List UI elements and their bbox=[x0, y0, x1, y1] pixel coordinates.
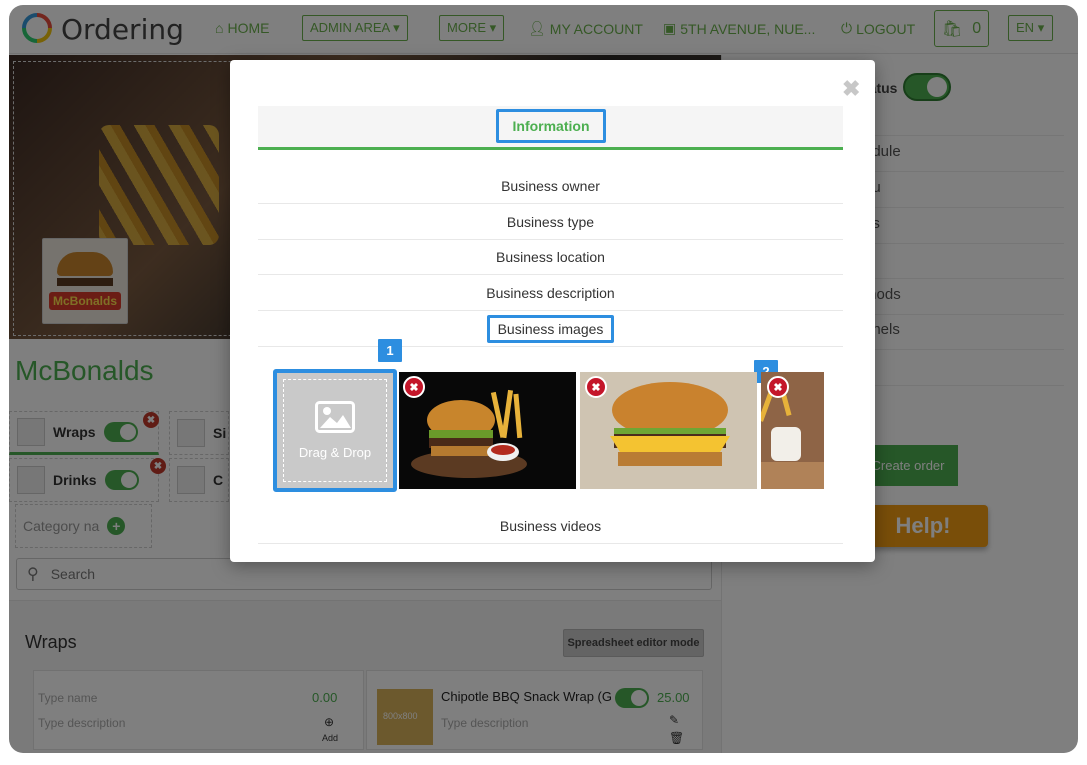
menu-label: Business description bbox=[486, 284, 615, 301]
menu-label: Business location bbox=[496, 248, 605, 265]
menu-label: Business type bbox=[506, 213, 595, 230]
business-image[interactable] bbox=[399, 372, 576, 489]
tab-information[interactable]: Information bbox=[496, 109, 606, 143]
dropzone-label: Drag & Drop bbox=[298, 445, 372, 460]
menu-label: Business videos bbox=[499, 517, 602, 534]
image-placeholder-icon bbox=[315, 401, 355, 433]
menu-business-owner[interactable]: Business owner bbox=[258, 168, 843, 204]
menu-label: Business images bbox=[486, 314, 615, 343]
business-information-modal: ✖ Information Business owner Business ty… bbox=[230, 60, 875, 562]
app-window: Ordering ⌂ HOME ADMIN AREA ▾ MORE ▾ 👤︎ M… bbox=[9, 5, 1078, 753]
menu-business-type[interactable]: Business type bbox=[258, 204, 843, 240]
menu-business-videos[interactable]: Business videos bbox=[258, 508, 843, 544]
dropzone-area: Drag & Drop bbox=[283, 379, 387, 482]
close-icon[interactable]: ✖ bbox=[842, 76, 860, 102]
menu-business-description[interactable]: Business description bbox=[258, 275, 843, 311]
image-dropzone[interactable]: Drag & Drop bbox=[273, 369, 397, 492]
remove-image-icon[interactable]: ✖ bbox=[585, 376, 607, 398]
menu-business-images[interactable]: Business images bbox=[258, 311, 843, 347]
remove-image-icon[interactable]: ✖ bbox=[403, 376, 425, 398]
burger-fries-photo bbox=[411, 389, 527, 478]
remove-image-icon[interactable]: ✖ bbox=[767, 376, 789, 398]
callout-badge-1: 1 bbox=[378, 339, 402, 362]
menu-label: Business owner bbox=[501, 177, 600, 194]
menu-business-location[interactable]: Business location bbox=[258, 239, 843, 275]
